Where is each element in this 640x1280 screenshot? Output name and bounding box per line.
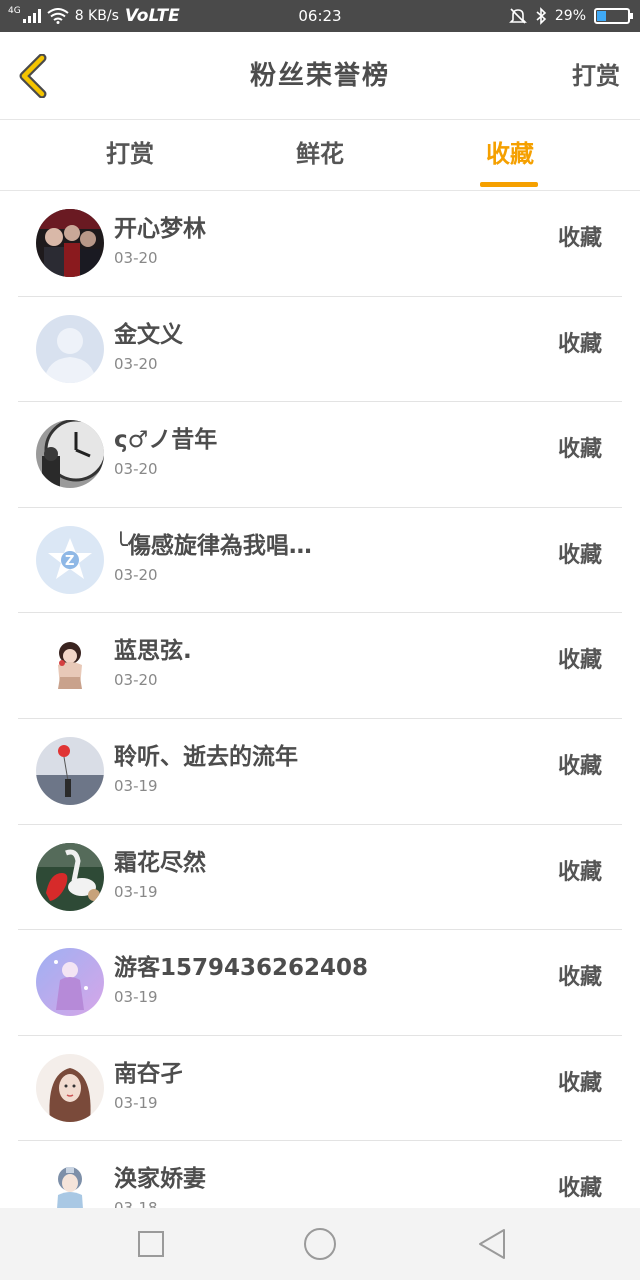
user-name: 金文义 [114, 321, 183, 348]
tab-favorites[interactable]: 收藏 [450, 121, 570, 191]
list-item[interactable]: 霜花尽然 03-19 收藏 [18, 825, 622, 931]
avatar [36, 631, 104, 700]
avatar [36, 736, 104, 805]
bluetooth-icon [536, 7, 547, 25]
battery-percent: 29% [554, 8, 586, 24]
list-item[interactable]: Z ╰傷感旋律為我唱… 03-20 收藏 [18, 508, 622, 614]
item-date: 03-19 [114, 882, 158, 901]
item-date: 03-20 [114, 565, 158, 584]
user-name: 南夻孑 [114, 1060, 183, 1087]
battery-icon [594, 8, 633, 24]
item-date: 03-20 [114, 354, 158, 373]
item-action: 收藏 [557, 859, 602, 885]
tab-flowers[interactable]: 鲜花 [260, 121, 380, 191]
item-action: 收藏 [557, 965, 602, 991]
tip-button[interactable]: 打赏 [572, 32, 620, 120]
item-date: 03-19 [114, 776, 158, 795]
user-name: ς♂ノ昔年 [114, 427, 218, 454]
fan-list: 开心梦林 03-20 收藏 金文义 03-20 收藏 ς♂ノ昔年 03-20 收… [18, 191, 622, 1247]
item-date: 03-20 [114, 249, 158, 267]
list-item[interactable]: 开心梦林 03-20 收藏 [18, 191, 622, 297]
item-date: 03-20 [114, 460, 158, 479]
tab-bar: 打赏 鲜花 收藏 [0, 121, 640, 191]
user-name: 霜花尽然 [114, 849, 206, 876]
item-date: 03-19 [114, 988, 158, 1007]
user-name: 聆听、逝去的流年 [114, 743, 298, 770]
avatar [36, 1053, 104, 1122]
svg-text:Z: Z [65, 554, 74, 569]
square-icon [138, 1231, 164, 1257]
list-item[interactable]: 南夻孑 03-19 收藏 [18, 1036, 622, 1142]
item-action: 收藏 [557, 331, 602, 357]
avatar: Z [36, 525, 104, 594]
item-action: 收藏 [557, 226, 602, 251]
list-item[interactable]: 金文义 03-20 收藏 [18, 297, 622, 403]
status-bar: 4G 8 KB/s VoLTE 06:23 29% [0, 0, 640, 32]
mute-bell-icon [508, 8, 527, 24]
avatar [36, 314, 104, 383]
item-date: 03-20 [114, 671, 158, 690]
tab-favorites-label: 收藏 [486, 140, 534, 168]
item-action: 收藏 [557, 542, 602, 568]
tab-tip[interactable]: 打赏 [70, 121, 190, 191]
list-item[interactable]: 游客1579436262408 03-19 收藏 [18, 930, 622, 1036]
recent-apps-button[interactable] [133, 1226, 169, 1262]
list-item[interactable]: 蓝思弦. 03-20 收藏 [18, 613, 622, 719]
battery-level [597, 11, 607, 21]
app-header: 粉丝荣誉榜 打赏 [0, 32, 640, 120]
avatar [36, 420, 104, 489]
item-date: 03-19 [114, 1093, 158, 1112]
system-nav-bar [0, 1208, 640, 1280]
item-action: 收藏 [557, 437, 602, 463]
item-action: 收藏 [557, 1070, 602, 1096]
list-item[interactable]: ς♂ノ昔年 03-20 收藏 [18, 402, 622, 508]
user-name: 涣家娇妻 [114, 1166, 206, 1193]
home-button[interactable] [302, 1226, 338, 1262]
user-name: 蓝思弦. [114, 638, 192, 665]
triangle-back-icon [479, 1229, 505, 1259]
list-item[interactable]: 聆听、逝去的流年 03-19 收藏 [18, 719, 622, 825]
item-action: 收藏 [557, 753, 602, 779]
active-tab-indicator [480, 182, 538, 187]
page-title: 粉丝荣誉榜 [249, 61, 390, 91]
avatar [36, 209, 104, 277]
avatar [36, 842, 104, 911]
system-back-button[interactable] [474, 1226, 510, 1262]
item-action: 收藏 [557, 648, 602, 674]
user-name: ╰傷感旋律為我唱… [114, 532, 312, 559]
user-name: 游客1579436262408 [114, 955, 369, 982]
circle-icon [304, 1228, 336, 1260]
avatar [36, 948, 104, 1017]
status-right: 29% [508, 0, 633, 32]
user-name: 开心梦林 [114, 216, 206, 242]
